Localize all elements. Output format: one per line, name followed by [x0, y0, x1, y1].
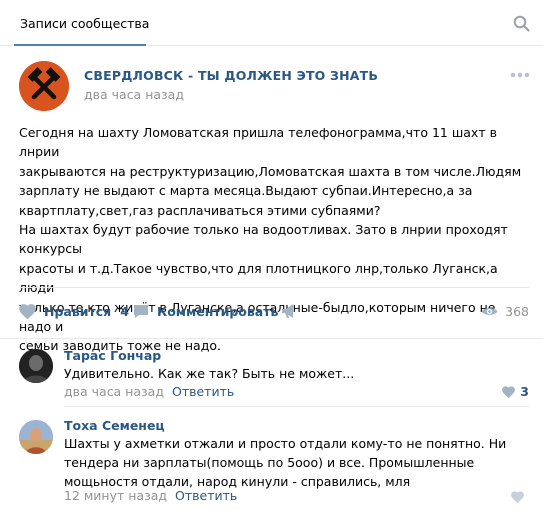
group-avatar[interactable] [19, 61, 69, 111]
tabs-bar: Записи сообщества [0, 0, 543, 46]
reply-button[interactable]: Ответить [175, 488, 237, 503]
comment-time[interactable]: 12 минут назад [64, 488, 167, 503]
like-label: Нравится [44, 303, 112, 319]
comment-like-count: 3 [520, 384, 529, 399]
avatar[interactable] [19, 420, 53, 454]
user-photo-icon [19, 349, 53, 383]
heart-icon [511, 491, 524, 503]
hammer-pick-logo [19, 61, 69, 111]
post-actions-bar: Нравится 4 Комментировать 368 [19, 300, 529, 322]
comment-item: Тоха Семенец Шахты у ахметки отжали и пр… [0, 406, 543, 510]
comment-time[interactable]: два часа назад [64, 384, 164, 399]
comment-item: Тарас Гончар Удивительно. Как же так? Бы… [0, 338, 543, 406]
group-name-link[interactable]: СВЕРДЛОВСК - ТЫ ДОЛЖЕН ЭТО ЗНАТЬ [84, 68, 378, 83]
comment-button[interactable]: Комментировать [133, 300, 278, 322]
user-photo-icon [19, 420, 53, 454]
like-button[interactable]: Нравится 4 [19, 300, 129, 322]
comment-author[interactable]: Тарас Гончар [64, 348, 161, 363]
eye-icon [481, 307, 498, 315]
share-icon [282, 304, 293, 318]
share-button[interactable] [281, 300, 305, 322]
post-divider [19, 287, 529, 288]
heart-icon [502, 385, 516, 398]
comment-icon [134, 304, 148, 318]
comment-label: Комментировать [157, 303, 279, 319]
views-count: 368 [505, 303, 529, 319]
comment-author[interactable]: Тоха Семенец [64, 418, 165, 433]
comment-text: Шахты у ахметки отжали и просто отдали к… [64, 436, 507, 489]
active-tab-indicator [14, 44, 146, 46]
comment-like-button[interactable]: 3 [502, 384, 529, 399]
avatar[interactable] [19, 349, 53, 383]
tab-community-posts-label: Записи сообщества [20, 16, 150, 31]
heart-icon [19, 303, 36, 319]
search-icon[interactable] [513, 15, 530, 32]
comment-like-button[interactable] [511, 491, 529, 503]
comment-meta: два часа назад Ответить [64, 384, 234, 399]
like-count: 4 [120, 303, 129, 319]
post-timestamp[interactable]: два часа назад [84, 87, 184, 102]
comment-meta: 12 минут назад Ответить [64, 488, 237, 503]
views-counter: 368 [481, 300, 529, 322]
tab-community-posts[interactable]: Записи сообщества [14, 0, 155, 46]
comment-text: Удивительно. Как же так? Быть не может..… [64, 366, 355, 381]
more-icon[interactable] [510, 71, 530, 79]
reply-button[interactable]: Ответить [172, 384, 234, 399]
